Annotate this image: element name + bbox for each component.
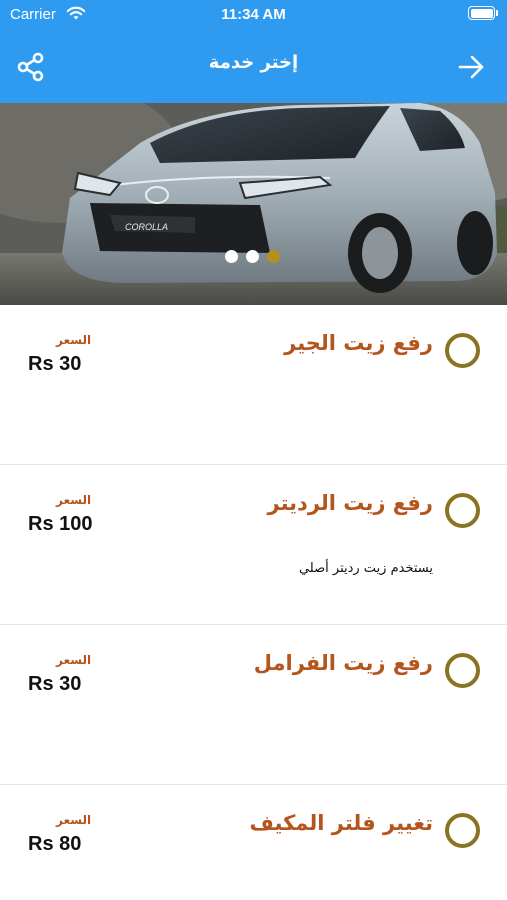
arrow-right-icon[interactable] <box>457 53 485 81</box>
service-description: يستخدم زيت رديتر أصلي <box>298 561 433 576</box>
service-name: رفع زيت الفرامل <box>253 651 433 675</box>
price-label: السعر <box>56 333 92 347</box>
car-image: COROLLA <box>0 103 507 305</box>
price-value: Rs 80 <box>28 833 82 855</box>
pagination-dot-active[interactable] <box>267 250 280 263</box>
car-image-carousel[interactable]: COROLLA <box>0 103 507 305</box>
service-radio-button[interactable] <box>445 333 480 368</box>
battery-icon <box>468 6 498 20</box>
page-title: إختر خدمة <box>208 52 299 73</box>
status-bar: Carrier 11:34 AM <box>0 0 507 30</box>
status-time: 11:34 AM <box>221 6 286 23</box>
service-item[interactable]: رفع زيت الرديتر يستخدم زيت رديتر أصلي ال… <box>0 465 507 625</box>
service-item[interactable]: رفع زيت الجير السعر Rs 30 <box>0 305 507 465</box>
service-name: رفع زيت الرديتر <box>267 491 433 515</box>
pagination-dot[interactable] <box>225 250 238 263</box>
app-header: Carrier 11:34 AM إختر خدمة <box>0 0 507 103</box>
carousel-pagination <box>225 250 280 263</box>
service-radio-button[interactable] <box>445 493 480 528</box>
price-value: Rs 100 <box>28 513 93 535</box>
pagination-dot[interactable] <box>246 250 259 263</box>
service-radio-button[interactable] <box>445 813 480 848</box>
price-value: Rs 30 <box>28 673 82 695</box>
price-label: السعر <box>56 493 92 507</box>
price-label: السعر <box>56 813 92 827</box>
price-label: السعر <box>56 653 92 667</box>
price-value: Rs 30 <box>28 353 82 375</box>
service-name: رفع زيت الجير <box>284 331 433 355</box>
service-radio-button[interactable] <box>445 653 480 688</box>
service-item[interactable]: تغيير فلتر المكيف السعر Rs 80 <box>0 785 507 900</box>
car-badge: COROLLA <box>125 222 168 232</box>
service-name: تغيير فلتر المكيف <box>249 811 433 835</box>
service-item[interactable]: رفع زيت الفرامل السعر Rs 30 <box>0 625 507 785</box>
